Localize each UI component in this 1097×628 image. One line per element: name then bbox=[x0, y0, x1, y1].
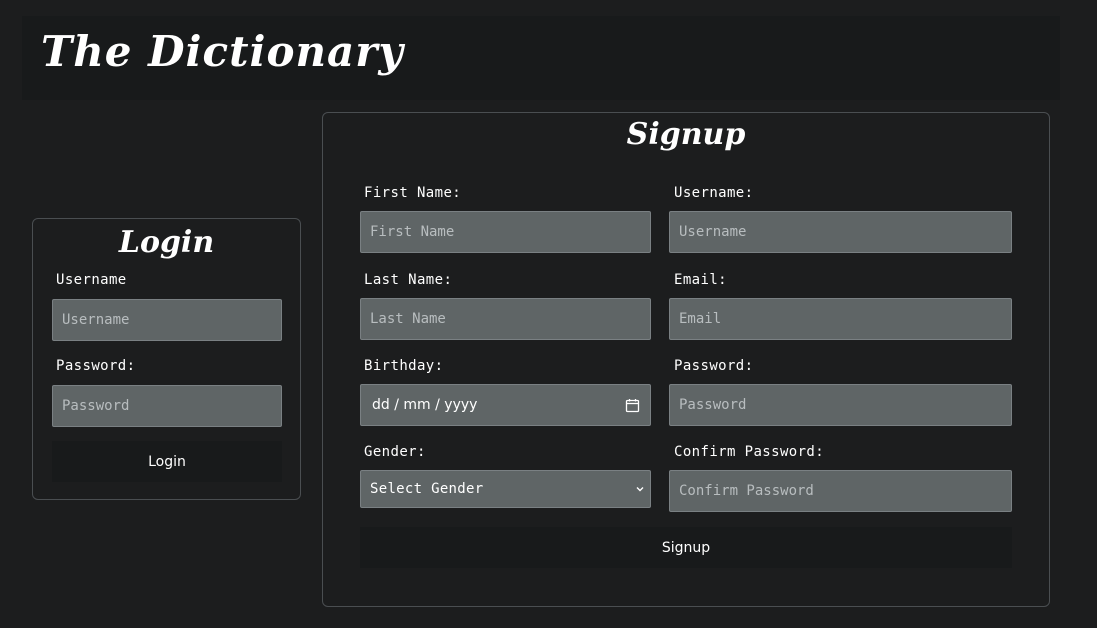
email-input[interactable] bbox=[669, 298, 1012, 340]
confirm-password-label: Confirm Password: bbox=[674, 444, 825, 460]
birthday-label: Birthday: bbox=[364, 358, 444, 374]
site-header: The Dictionary bbox=[22, 16, 1060, 100]
first-name-input[interactable] bbox=[360, 211, 651, 253]
signup-username-label: Username: bbox=[674, 185, 754, 201]
confirm-password-input[interactable] bbox=[669, 470, 1012, 512]
calendar-icon[interactable] bbox=[625, 398, 640, 413]
signup-username-input[interactable] bbox=[669, 211, 1012, 253]
chevron-down-icon bbox=[635, 484, 645, 494]
signup-title: Signup bbox=[626, 117, 746, 152]
first-name-label: First Name: bbox=[364, 185, 462, 201]
gender-selected-value: Select Gender bbox=[370, 481, 484, 497]
login-password-label: Password: bbox=[56, 358, 136, 374]
signup-password-input[interactable] bbox=[669, 384, 1012, 426]
birthday-input[interactable]: dd / mm / yyyy bbox=[360, 384, 651, 426]
site-title: The Dictionary bbox=[41, 27, 404, 76]
login-button[interactable]: Login bbox=[52, 441, 282, 482]
last-name-label: Last Name: bbox=[364, 272, 453, 288]
signup-button[interactable]: Signup bbox=[360, 527, 1012, 568]
email-label: Email: bbox=[674, 272, 727, 288]
login-title: Login bbox=[118, 225, 215, 260]
login-password-input[interactable] bbox=[52, 385, 282, 427]
login-username-label: Username bbox=[56, 272, 127, 288]
birthday-placeholder: dd / mm / yyyy bbox=[372, 397, 478, 413]
login-username-input[interactable] bbox=[52, 299, 282, 341]
login-panel: Login Username Password: Login bbox=[32, 218, 301, 500]
gender-select[interactable]: Select Gender bbox=[360, 470, 651, 508]
gender-label: Gender: bbox=[364, 444, 426, 460]
last-name-input[interactable] bbox=[360, 298, 651, 340]
signup-password-label: Password: bbox=[674, 358, 754, 374]
signup-panel: Signup First Name: Username: Last Name: … bbox=[322, 112, 1050, 607]
